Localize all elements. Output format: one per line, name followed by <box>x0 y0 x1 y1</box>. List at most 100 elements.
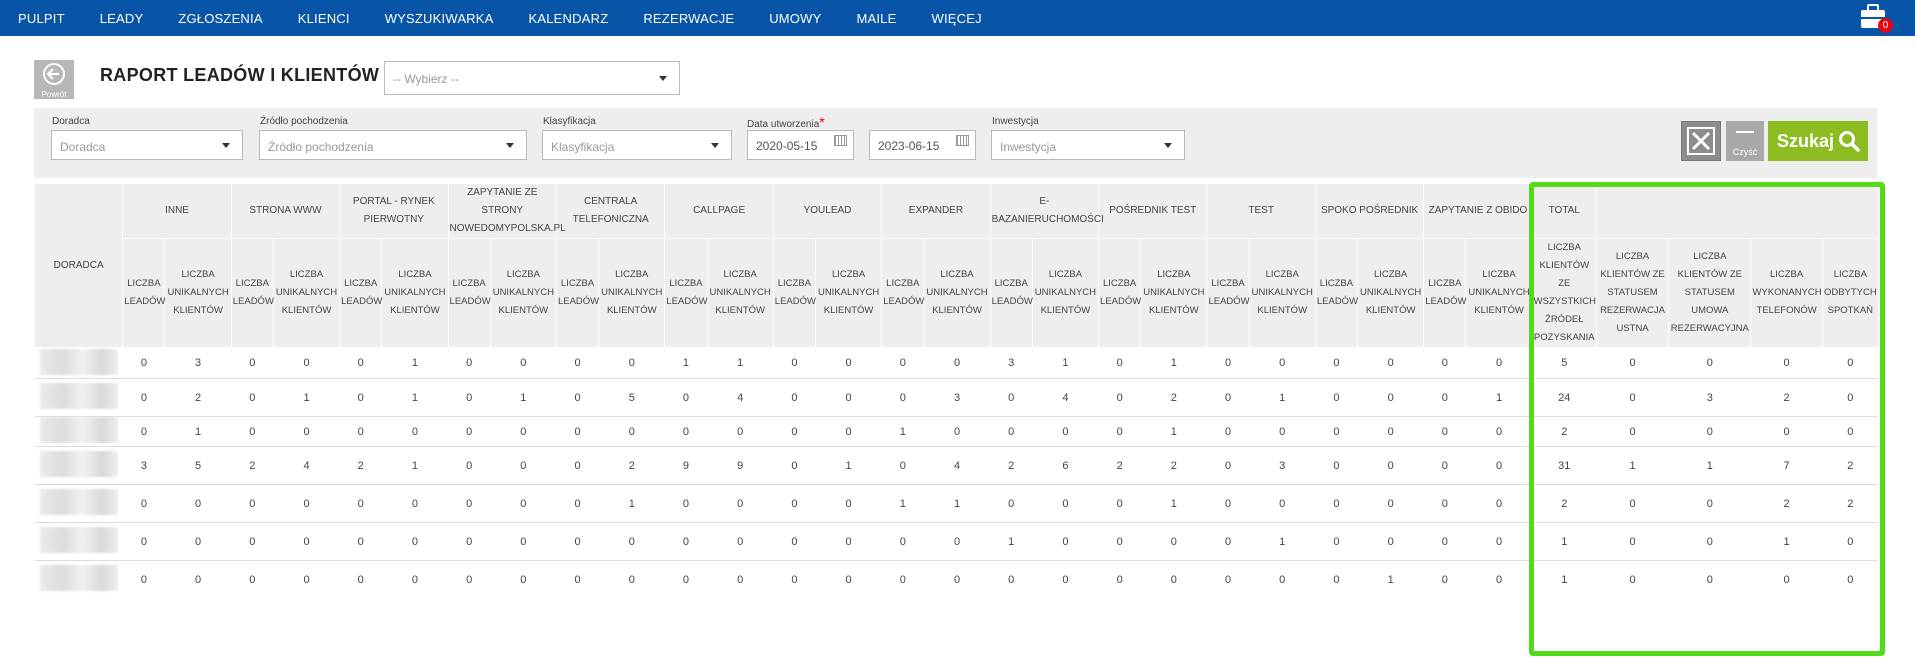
source-group-header: PORTAL - RYNEK PIERWOTNY <box>339 183 449 239</box>
table-cell: 0 <box>122 378 165 417</box>
date-from-input[interactable]: 2020-05-15 <box>747 130 854 160</box>
report-type-select[interactable]: -- Wybierz -- <box>384 61 680 95</box>
table-cell: 6 <box>1032 446 1099 485</box>
redacted-advisor <box>39 527 118 553</box>
nav-item-7[interactable]: UMOWY <box>769 11 821 26</box>
table-cell: 0 <box>490 347 557 379</box>
table-cell: 0 <box>122 347 165 379</box>
nav-item-0[interactable]: PULPIT <box>18 11 65 26</box>
table-cell: 0 <box>231 522 274 561</box>
table-cell: 0 <box>1315 522 1358 561</box>
table-cell: 0 <box>490 484 557 523</box>
table-cell: 5 <box>1532 347 1597 379</box>
total-metric-header: LICZBA KLIENTÓW ZE STATUSEM UMOWA REZERW… <box>1668 238 1752 348</box>
table-cell: 2 <box>1098 446 1141 485</box>
table-cell: 0 <box>231 416 274 447</box>
table-cell: 1 <box>1249 378 1316 417</box>
table-cell: 2 <box>598 446 665 485</box>
table-cell: 0 <box>1822 522 1879 561</box>
nav-item-3[interactable]: KLIENCI <box>298 11 350 26</box>
table-cell: 0 <box>1315 560 1358 599</box>
table-cell: 0 <box>1098 484 1141 523</box>
table-cell: 0 <box>448 522 491 561</box>
calendar-icon[interactable] <box>956 135 969 146</box>
table-cell: 0 <box>1315 484 1358 523</box>
nav-item-6[interactable]: REZERWACJE <box>643 11 734 26</box>
table-cell: 2 <box>1532 484 1597 523</box>
data-utworzenia-text: Data utworzenia <box>747 119 820 130</box>
total-group-spacer <box>1595 183 1879 239</box>
search-button[interactable]: Szukaj <box>1768 121 1868 161</box>
chevron-down-icon <box>222 143 230 148</box>
table-cell: 0 <box>1315 347 1358 379</box>
table-cell: 0 <box>773 446 816 485</box>
table-cell: 0 <box>273 416 340 447</box>
doradca-select-value: Doradca <box>60 140 106 154</box>
table-row: 0 2 0 1 0 1 0 1 0 5 0 4 0 0 0 3 0 4 0 2 0 1 0 0 0 1 24 0 3 2 0 <box>34 378 1879 417</box>
table-cell: 1 <box>1140 484 1207 523</box>
export-excel-button[interactable] <box>1681 121 1721 161</box>
date-from-value: 2020-05-15 <box>756 139 818 153</box>
table-cell: 0 <box>1098 378 1141 417</box>
total-group-header: TOTAL <box>1531 183 1597 239</box>
table-cell: 2 <box>1822 484 1879 523</box>
table-cell: 0 <box>1357 522 1424 561</box>
redacted-advisor <box>39 451 118 477</box>
table-cell: 0 <box>707 522 774 561</box>
table-cell: 0 <box>773 347 816 379</box>
inwestycja-select[interactable]: Inwestycja <box>991 130 1185 160</box>
nav-item-1[interactable]: LEADY <box>100 11 144 26</box>
source-group-header: ZAPYTANIE Z OBIDO <box>1423 183 1533 239</box>
redacted-advisor <box>39 383 118 409</box>
clear-button[interactable]: Czyść <box>1726 121 1764 161</box>
advisor-name-redacted <box>34 522 123 561</box>
calendar-icon[interactable] <box>834 135 847 146</box>
table-cell: 0 <box>990 484 1033 523</box>
doradca-select[interactable]: Doradca <box>51 130 243 160</box>
table-cell: 0 <box>1206 446 1250 485</box>
table-cell: 0 <box>707 484 774 523</box>
briefcase-icon[interactable]: 0 <box>1859 3 1893 33</box>
source-group-header: INNE <box>122 183 232 239</box>
nav-item-9[interactable]: WIĘCEJ <box>931 11 981 26</box>
metric-column-header: LICZBA LEADÓW <box>772 238 816 348</box>
zrodlo-select[interactable]: Źródło pochodzenia <box>259 130 527 160</box>
table-cell: 0 <box>1423 416 1466 447</box>
metric-column-header: LICZBA UNIKALNYCH KLIENTÓW <box>923 238 991 348</box>
total-metric-header: LICZBA KLIENTÓW ZE STATUSEM REZERWACJA U… <box>1595 238 1670 348</box>
table-cell: 4 <box>923 446 991 485</box>
table-cell: 1 <box>1249 522 1316 561</box>
table-cell: 1 <box>707 347 774 379</box>
metric-column-header: LICZBA UNIKALNYCH KLIENTÓW <box>1465 238 1533 348</box>
nav-item-5[interactable]: KALENDARZ <box>529 11 609 26</box>
table-cell: 0 <box>490 416 557 447</box>
table-cell: 0 <box>1423 446 1466 485</box>
table-cell: 0 <box>1206 484 1250 523</box>
nav-item-4[interactable]: WYSZUKIWARKA <box>385 11 494 26</box>
klasyfikacja-select[interactable]: Klasyfikacja <box>542 130 732 160</box>
table-cell: 9 <box>707 446 774 485</box>
table-cell: 1 <box>881 484 924 523</box>
table-cell: 0 <box>881 347 924 379</box>
metric-column-header: LICZBA UNIKALNYCH KLIENTÓW <box>272 238 341 348</box>
date-to-input[interactable]: 2023-06-15 <box>869 130 976 160</box>
table-cell: 0 <box>664 560 708 599</box>
table-cell: 0 <box>490 446 557 485</box>
source-group-header: CENTRALA TELEFONICZNA <box>555 183 666 239</box>
nav-item-2[interactable]: ZGŁOSZENIA <box>178 11 262 26</box>
table-cell: 0 <box>122 416 165 447</box>
table-cell: 3 <box>990 347 1033 379</box>
table-cell: 0 <box>556 522 599 561</box>
table-cell: 0 <box>1140 560 1207 599</box>
metric-column-header: LICZBA LEADÓW <box>339 238 382 348</box>
advisor-name-redacted <box>34 347 123 379</box>
table-cell: 0 <box>1098 522 1141 561</box>
back-button[interactable]: Powrót <box>34 60 74 99</box>
nav-item-8[interactable]: MAILE <box>856 11 896 26</box>
table-cell: 0 <box>1465 484 1533 523</box>
table-cell: 3 <box>164 347 232 379</box>
table-cell: 0 <box>1206 560 1250 599</box>
metric-column-header: LICZBA LEADÓW <box>664 238 708 348</box>
redacted-advisor <box>39 417 118 443</box>
table-cell: 0 <box>339 347 382 379</box>
